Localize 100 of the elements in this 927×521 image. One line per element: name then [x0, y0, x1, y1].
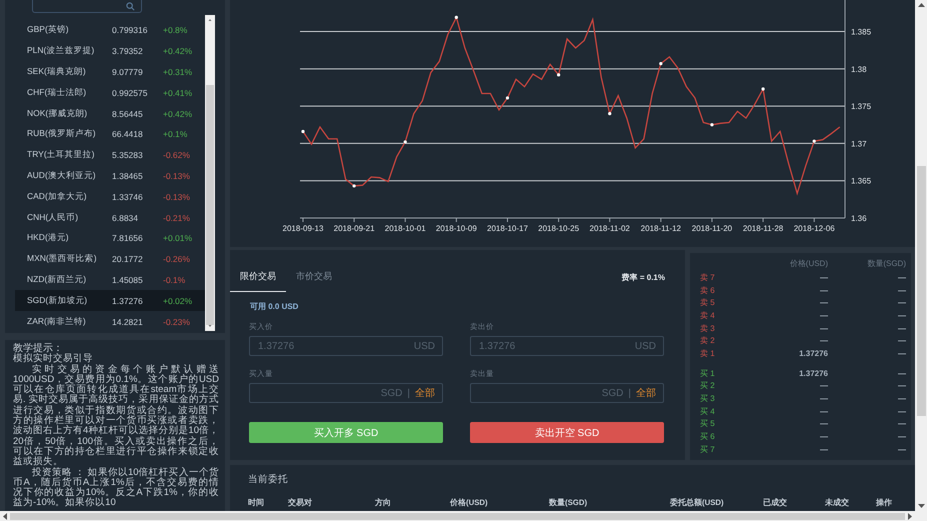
ask-label: 卖 2 [700, 335, 716, 346]
page-scrollbar[interactable] [0, 511, 927, 521]
x-tick-label: 2018-11-02 [590, 224, 630, 233]
currency-row[interactable]: NZD(新西兰元) 1.45085 -0.1% [15, 270, 205, 290]
currency-name: CNH(人民币) [27, 212, 80, 224]
ask-amount: — [897, 336, 906, 346]
currency-row[interactable]: AUD(澳大利亚元) 1.38465 -0.13% [15, 166, 205, 186]
currency-name: NOK(挪威克朗) [27, 108, 88, 120]
search-field[interactable] [32, 0, 142, 13]
currency-price: 7.81656 [112, 233, 144, 244]
y-tick-label: 1.38 [851, 64, 867, 74]
ask-price: — [819, 298, 828, 308]
currency-price: 8.56445 [112, 108, 144, 119]
currency-name: ZAR(南非兰特) [27, 316, 87, 328]
order-type-tab[interactable]: 市价交易 [286, 262, 342, 292]
x-tick-label: 2018-12-06 [794, 224, 835, 233]
bid-label: 买 7 [700, 444, 716, 455]
bid-price: — [819, 381, 828, 390]
bid-price: — [819, 444, 828, 454]
currency-change: -0.21% [163, 212, 190, 223]
bid-label: 买 5 [700, 418, 716, 430]
x-tick-label: 2018-10-17 [487, 224, 528, 233]
currency-price: 9.07779 [112, 66, 144, 77]
separator: | [407, 388, 410, 398]
y-tick-label: 1.36 [851, 214, 867, 223]
scrollbar[interactable] [205, 15, 215, 331]
scroll-left-icon[interactable] [3, 512, 7, 520]
x-tick-label: 2018-10-01 [384, 224, 426, 233]
currency-change: -0.1% [163, 274, 186, 285]
data-point [454, 16, 458, 19]
currency-change: +0.42% [163, 108, 192, 119]
currency-row[interactable]: SGD(新加坡元) 1.37276 +0.02% [15, 290, 205, 312]
currency-row[interactable]: SEK(瑞典克朗) 9.07779 +0.31% [15, 62, 205, 82]
ask-label: 卖 3 [700, 322, 716, 334]
ask-amount: — [897, 272, 906, 282]
ask-label: 卖 7 [700, 272, 716, 283]
currency-change: -0.62% [163, 150, 190, 160]
amount-field[interactable] [249, 383, 443, 403]
currency-row[interactable]: MXN(墨西哥比索) 20.1772 -0.26% [15, 248, 205, 270]
currency-name: CHF(瑞士法郎) [27, 86, 88, 99]
currency-change: -0.13% [163, 170, 190, 181]
scroll-up-icon[interactable] [918, 3, 924, 7]
bid-label: 买 4 [700, 406, 716, 417]
fee-rate: 费率 = 0.1% [622, 272, 665, 282]
unit-label: SGD [602, 388, 624, 398]
currency-price: 3.79352 [112, 46, 144, 56]
currency-name: PLN(波兰兹罗提) [27, 45, 96, 58]
order-type-tab[interactable]: 限价交易 [230, 262, 286, 292]
currency-name: HKD(港元) [27, 232, 70, 244]
currency-row[interactable]: HKD(港元) 7.81656 +0.01% [15, 228, 205, 249]
page-scrollbar[interactable] [915, 0, 927, 511]
all-link[interactable]: 全部 [636, 386, 656, 400]
bid-amount: — [897, 444, 906, 454]
currency-price: 5.35283 [112, 150, 144, 160]
currency-row[interactable]: CNH(人民币) 6.8834 -0.21% [15, 207, 205, 228]
data-point [761, 87, 765, 91]
currency-row[interactable]: RUB(俄罗斯卢布) 66.4418 +0.1% [15, 124, 205, 145]
data-point [659, 62, 662, 66]
ask-amount: — [897, 286, 906, 295]
column-header: 数量(SGD) [866, 258, 906, 268]
currency-price: 1.33746 [112, 192, 144, 202]
tutorial-title: 教学提示： [13, 344, 63, 354]
currency-price: 6.8834 [112, 212, 139, 223]
currency-row[interactable]: GBP(英镑) 0.799316 +0.8% [15, 20, 205, 41]
x-tick-label: 2018-10-25 [538, 224, 580, 233]
scroll-up-icon[interactable] [207, 19, 213, 21]
currency-row[interactable]: ZAR(南非兰特) 14.2821 -0.23% [15, 311, 205, 332]
data-point [710, 123, 714, 126]
all-link[interactable]: 全部 [415, 386, 435, 400]
currency-row[interactable]: CAD(加拿大元) 1.33746 -0.13% [15, 186, 205, 208]
currency-row[interactable]: TRY(土耳其里拉) 5.35283 -0.62% [15, 144, 205, 166]
currency-name: TRY(土耳其里拉) [27, 149, 96, 162]
ask-label: 卖 6 [700, 284, 716, 296]
bid-label: 买 3 [700, 393, 716, 404]
scroll-right-icon[interactable] [908, 512, 912, 520]
currency-row[interactable]: CHF(瑞士法郎) 0.992575 +0.41% [15, 82, 205, 104]
sell-button[interactable]: 卖出开空 SGD [470, 422, 664, 443]
bid-amount: — [897, 394, 906, 404]
column-header: 价格(USD) [788, 258, 828, 268]
currency-row[interactable]: PLN(波兰兹罗提) 3.79352 +0.42% [15, 40, 205, 62]
currency-row[interactable]: NOK(挪威克朗) 8.56445 +0.42% [15, 103, 205, 124]
bid-price: — [819, 394, 828, 404]
currency-name: NZD(新西兰元) [27, 274, 88, 286]
ask-label: 卖 1 [700, 348, 716, 359]
scroll-down-icon[interactable] [918, 504, 924, 508]
bid-price: — [819, 406, 828, 416]
tutorial-paragraph: 投资策略 ： 如果你以10倍杠杆买入一个货币A，随后货币A上涨1%后，不含交易费的情况下你的收益为10%。反之A下跌1%，你的收益为-10%。如果你以10 [13, 468, 219, 509]
amount-field[interactable] [470, 383, 664, 403]
bid-amount: — [897, 368, 906, 378]
bid-amount: — [897, 406, 906, 416]
data-point [506, 96, 510, 100]
currency-price: 0.799316 [112, 25, 148, 36]
currency-name: MXN(墨西哥比索) [27, 253, 98, 266]
currency-price: 66.4418 [112, 129, 144, 140]
currency-price: 1.45085 [112, 274, 144, 285]
currency-name: SEK(瑞典克朗) [27, 66, 87, 78]
data-point [352, 184, 356, 188]
x-tick-label: 2018-11-20 [692, 224, 732, 233]
unit-label: USD [414, 340, 435, 352]
separator: | [628, 388, 631, 398]
